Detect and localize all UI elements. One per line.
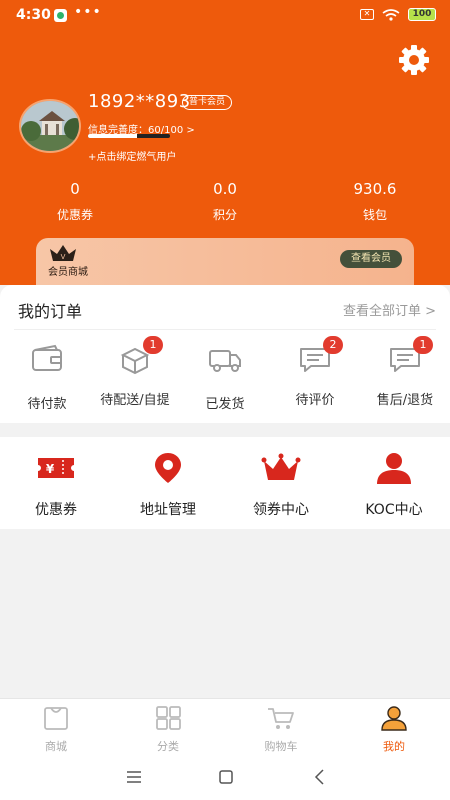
svg-text:¥: ¥ xyxy=(46,462,55,476)
order-count-badge: 1 xyxy=(143,336,163,354)
services-grid: ¥ 优惠券 地址管理 领券中心 KOC中心 xyxy=(0,437,450,529)
orders-title: 我的订单 xyxy=(18,302,83,321)
stat-value: 0.0 xyxy=(213,180,237,198)
service-koc-center[interactable]: KOC中心 xyxy=(338,451,450,519)
order-shipped[interactable]: 已发货 xyxy=(180,343,270,412)
tab-label: 商城 xyxy=(45,740,67,753)
divider xyxy=(14,329,436,330)
bottom-tab-bar: 商城 分类 购物车 我的 xyxy=(0,698,450,754)
stat-value: 0 xyxy=(70,180,80,198)
stat-coupons[interactable]: 0 优惠券 xyxy=(20,180,130,223)
avatar[interactable] xyxy=(19,99,81,153)
coupon-ticket-icon: ¥ xyxy=(38,458,74,478)
stat-value: 930.6 xyxy=(353,180,397,198)
app-notification-icon xyxy=(54,9,67,22)
wifi-icon xyxy=(382,8,400,21)
member-crown-icon: V xyxy=(50,245,76,261)
tab-mine[interactable]: 我的 xyxy=(338,705,450,754)
order-label: 待配送/自提 xyxy=(100,393,170,408)
service-address[interactable]: 地址管理 xyxy=(112,451,224,519)
person-icon xyxy=(381,706,407,731)
user-icon xyxy=(377,453,411,484)
crown-icon xyxy=(261,453,301,480)
system-nav-bar xyxy=(0,754,450,800)
tab-label: 我的 xyxy=(383,740,405,753)
service-coupons[interactable]: ¥ 优惠券 xyxy=(0,451,112,519)
sim-icon: ✕ xyxy=(360,9,374,20)
tab-label: 分类 xyxy=(157,740,179,753)
status-bar: 4:30 ••• ✕ 100 xyxy=(0,0,450,30)
view-membership-button[interactable]: 查看会员 xyxy=(340,250,402,268)
view-all-orders-link[interactable]: 查看全部订单 > xyxy=(343,300,436,319)
location-pin-icon xyxy=(155,453,181,483)
service-label: 领券中心 xyxy=(253,502,309,518)
shopping-bag-icon xyxy=(44,707,68,730)
stat-label: 钱包 xyxy=(362,208,387,222)
order-label: 已发货 xyxy=(205,397,245,412)
tab-mall[interactable]: 商城 xyxy=(0,705,112,754)
order-count-badge: 2 xyxy=(323,336,343,354)
stat-wallet[interactable]: 930.6 钱包 xyxy=(320,180,430,223)
service-label: KOC中心 xyxy=(365,502,423,518)
order-label: 售后/退货 xyxy=(376,393,434,408)
order-count-badge: 1 xyxy=(413,336,433,354)
truck-icon xyxy=(209,350,241,372)
stat-points[interactable]: 0.0 积分 xyxy=(170,180,280,223)
status-time: 4:30 xyxy=(16,7,51,23)
tab-category[interactable]: 分类 xyxy=(112,705,224,754)
home-square-icon[interactable] xyxy=(216,767,236,787)
cart-icon xyxy=(268,708,294,729)
username: 1892**893 xyxy=(88,91,191,112)
order-pending-delivery[interactable]: 1 待配送/自提 xyxy=(90,336,180,408)
order-pending-review[interactable]: 2 待评价 xyxy=(270,336,360,408)
member-mall-title: 会员商城 xyxy=(48,267,88,278)
order-after-sales[interactable]: 1 售后/退货 xyxy=(360,336,450,408)
more-notifications-dots: ••• xyxy=(74,4,102,20)
battery-icon: 100 xyxy=(408,8,436,21)
grid-icon xyxy=(156,706,181,730)
stat-label: 优惠券 xyxy=(56,208,93,222)
menu-icon[interactable] xyxy=(124,767,144,787)
back-icon[interactable] xyxy=(310,767,330,787)
my-orders-card: 我的订单 查看全部订单 > 待付款 1 待配送/自提 已发货 2 待评价 1 售… xyxy=(0,285,450,423)
settings-gear-icon[interactable] xyxy=(396,42,432,78)
wallet-icon xyxy=(32,344,62,371)
service-label: 优惠券 xyxy=(35,502,77,518)
profile-completion-progress xyxy=(88,134,170,138)
order-label: 待付款 xyxy=(27,397,67,412)
profile-header: 4:30 ••• ✕ 100 1892**893 普卡会员 信息完善度：60/1… xyxy=(0,0,450,298)
svg-text:V: V xyxy=(61,253,66,261)
stat-label: 积分 xyxy=(212,208,237,222)
member-level-badge: 普卡会员 xyxy=(182,95,233,110)
service-coupon-center[interactable]: 领券中心 xyxy=(225,451,337,519)
service-label: 地址管理 xyxy=(140,502,196,518)
tab-label: 购物车 xyxy=(264,740,298,753)
tab-cart[interactable]: 购物车 xyxy=(225,705,337,754)
bind-gas-user-link[interactable]: +点击绑定燃气用户 xyxy=(88,148,176,163)
order-pending-payment[interactable]: 待付款 xyxy=(2,343,92,412)
order-label: 待评价 xyxy=(295,393,335,408)
